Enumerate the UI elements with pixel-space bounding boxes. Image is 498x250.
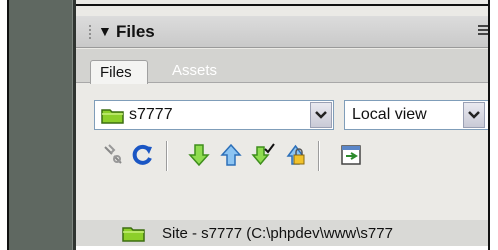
collapse-arrow-icon[interactable]: ▼: [98, 23, 112, 39]
tree-row-site-root[interactable]: Site - s7777 (C:\phpdev\www\s777: [76, 220, 488, 246]
check-out-icon[interactable]: [250, 142, 276, 168]
put-files-icon[interactable]: [218, 142, 244, 168]
panel-top-border: [76, 4, 488, 6]
window-right-border: [488, 0, 498, 250]
expand-icon[interactable]: [338, 142, 364, 168]
tree-area: [76, 246, 488, 250]
panel-title: Files: [116, 22, 155, 41]
tree-row-label: Site - s7777 (C:\phpdev\www\s777: [162, 225, 393, 242]
refresh-icon[interactable]: [130, 142, 156, 168]
folder-icon: [122, 227, 145, 242]
get-files-icon[interactable]: [186, 142, 212, 168]
tab-assets[interactable]: Assets: [172, 62, 217, 79]
chevron-down-icon: [468, 111, 480, 119]
site-select-value: s7777: [129, 106, 173, 123]
panel-header[interactable]: ▼ Files: [76, 16, 488, 48]
panel-options-icon[interactable]: [478, 25, 488, 37]
tab-files[interactable]: Files: [90, 60, 148, 84]
toolbar-separator: [318, 141, 320, 171]
view-select-value: Local view: [352, 106, 427, 123]
document-area: [9, 0, 72, 250]
connect-icon[interactable]: [100, 142, 126, 168]
site-select[interactable]: s7777: [94, 100, 334, 130]
panel-grip-icon[interactable]: [88, 24, 92, 40]
panel-tabs: Files Assets: [76, 49, 488, 84]
view-select[interactable]: Local view: [344, 100, 494, 130]
site-dropdown-button[interactable]: [310, 102, 332, 128]
site-folder-icon: [101, 109, 124, 124]
view-dropdown-button[interactable]: [463, 102, 485, 128]
chevron-down-icon: [315, 111, 327, 119]
check-in-icon[interactable]: [282, 142, 308, 168]
toolbar-separator: [166, 141, 168, 171]
